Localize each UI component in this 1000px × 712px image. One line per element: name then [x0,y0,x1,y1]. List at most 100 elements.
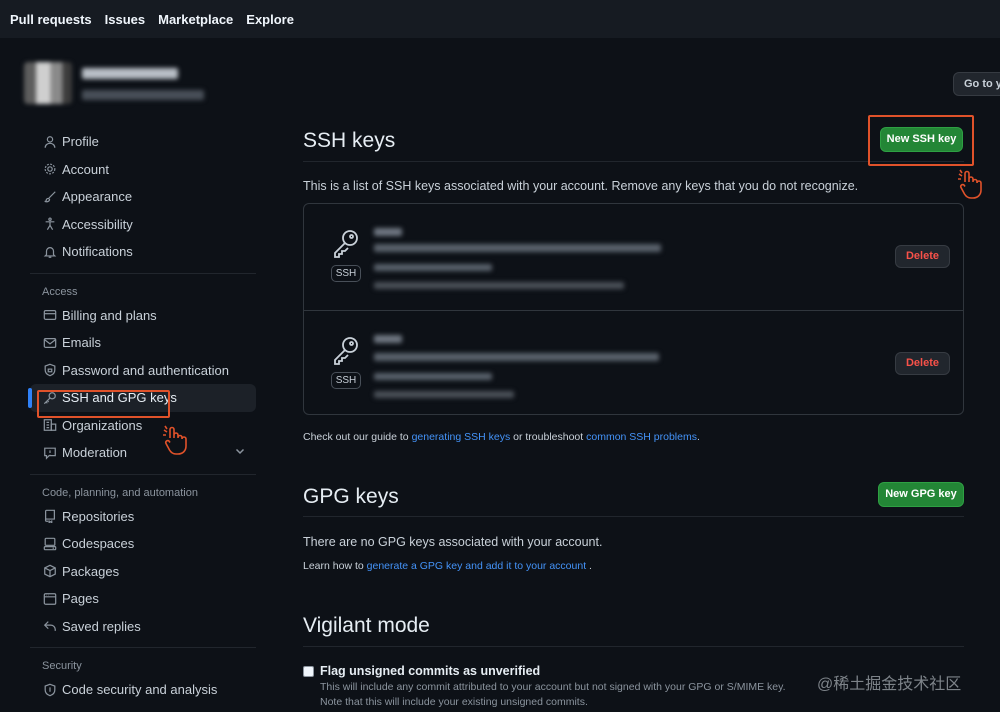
account-subtitle-blurred [82,90,204,100]
sidebar-item-code-security[interactable]: Code security and analysis [30,676,256,704]
guide-middle: or troubleshoot [510,431,587,443]
generate-gpg-key-link[interactable]: generate a GPG key and add it to your ac… [367,560,586,572]
repo-icon [42,508,58,524]
ssh-keys-description: This is a list of SSH keys associated wi… [303,179,859,193]
sidebar-item-label: Accessibility [62,216,133,232]
reply-icon [42,618,58,634]
sidebar-item-label: Packages [62,563,120,579]
top-navigation: Pull requests Issues Marketplace Explore [0,0,1000,38]
organization-icon [42,417,58,433]
delete-ssh-key-button[interactable]: Delete [895,352,950,375]
flag-unsigned-label[interactable]: Flag unsigned commits as unverified [320,664,540,678]
nav-pull-requests[interactable]: Pull requests [10,12,92,27]
key-usage-blurred [374,391,514,398]
ssh-key-list: SSH Delete SSH Delete [303,203,964,415]
key-icon [332,335,362,367]
key-usage-blurred [374,282,624,289]
sidebar-item-organizations[interactable]: Organizations [30,412,256,440]
sidebar-section-security: Security [42,660,82,672]
shield-lock-icon [42,362,58,378]
sidebar-divider [30,647,256,648]
nav-marketplace[interactable]: Marketplace [158,12,233,27]
sidebar-item-label: Appearance [62,189,133,205]
ssh-key-row: SSH Delete [304,204,963,310]
sidebar-item-saved-replies[interactable]: Saved replies [30,613,256,641]
codescan-icon [42,682,58,698]
sidebar-divider [30,272,256,274]
package-icon [42,563,58,579]
nav-issues[interactable]: Issues [105,12,145,27]
gpg-empty-text: There are no GPG keys associated with yo… [303,535,603,549]
sidebar-item-ssh-gpg-keys[interactable]: SSH and GPG keys [28,384,256,412]
gpg-learn-text: Learn how to generate a GPG key and add … [303,560,592,572]
sidebar-item-label: Profile [62,134,99,150]
sidebar-item-label: Codespaces [62,536,135,552]
sidebar-item-label: Password and authentication [62,362,229,378]
new-gpg-key-button[interactable]: New GPG key [878,482,964,507]
key-title-blurred [374,335,402,343]
sidebar-item-label: Code security and analysis [62,682,218,698]
gpg-keys-title: GPG keys [303,485,399,508]
sidebar-section-code: Code, planning, and automation [42,486,198,499]
sidebar-item-billing[interactable]: Billing and plans [30,302,256,330]
sidebar-section-access: Access [42,285,78,298]
browser-icon [42,591,58,607]
accessibility-icon [42,216,58,232]
sidebar-item-codespaces[interactable]: Codespaces [30,530,256,558]
sidebar-item-label: Pages [62,591,99,607]
sidebar-item-label: Repositories [62,508,135,524]
sidebar-item-appearance[interactable]: Appearance [30,183,256,211]
sidebar-item-account[interactable]: Account [30,156,256,184]
ssh-type-badge: SSH [331,372,361,389]
sidebar-item-emails[interactable]: Emails [30,329,256,357]
section-divider [303,646,964,647]
common-ssh-problems-link[interactable]: common SSH problems [586,431,697,443]
sidebar-item-label: Emails [62,335,102,351]
bell-icon [42,244,58,260]
vigilant-note-1: This will include any commit attributed … [320,681,786,693]
generating-ssh-keys-link[interactable]: generating SSH keys [412,431,511,443]
codespaces-icon [42,536,58,552]
key-added-blurred [374,373,492,380]
sidebar-item-label: Organizations [62,417,143,433]
sidebar-item-label: Moderation [62,445,128,461]
chevron-down-icon[interactable] [234,445,246,460]
key-fingerprint-blurred [374,244,661,252]
sidebar-item-label: SSH and GPG keys [62,390,177,406]
gear-icon [42,161,58,177]
vigilant-note-2: Note that this will include your existin… [320,696,588,708]
flag-unsigned-checkbox[interactable] [303,666,314,677]
sidebar-item-moderation[interactable]: Moderation [30,439,256,467]
key-icon [42,390,58,406]
new-ssh-key-button[interactable]: New SSH key [880,127,963,152]
section-divider [303,516,964,517]
pointing-hand-icon [955,168,989,202]
report-icon [42,445,58,461]
flag-unsigned-row: Flag unsigned commits as unverified [303,664,540,678]
nav-explore[interactable]: Explore [246,12,294,27]
sidebar-item-password[interactable]: Password and authentication [30,357,256,385]
sidebar-divider [30,473,256,475]
sidebar-item-repositories[interactable]: Repositories [30,503,256,531]
person-icon [42,134,58,150]
guide-suffix: . [696,431,700,443]
sidebar-item-notifications[interactable]: Notifications [30,238,256,266]
key-title-blurred [374,228,402,236]
delete-ssh-key-button[interactable]: Delete [895,245,950,268]
avatar[interactable] [24,62,72,104]
sidebar-item-profile[interactable]: Profile [30,128,256,156]
key-fingerprint-blurred [374,353,659,361]
username-blurred [82,68,178,79]
sidebar-item-label: Billing and plans [62,307,157,323]
go-to-profile-button[interactable]: Go to y [953,72,1000,96]
sidebar-item-label: Saved replies [62,618,141,634]
guide-prefix: Check out our guide to [303,431,412,443]
ssh-keys-title: SSH keys [303,129,396,152]
sidebar-item-pages[interactable]: Pages [30,585,256,613]
sidebar-item-accessibility[interactable]: Accessibility [30,211,256,239]
ssh-type-badge: SSH [331,265,361,282]
key-added-blurred [374,264,492,271]
credit-card-icon [42,307,58,323]
paintbrush-icon [42,189,58,205]
sidebar-item-packages[interactable]: Packages [30,558,256,586]
